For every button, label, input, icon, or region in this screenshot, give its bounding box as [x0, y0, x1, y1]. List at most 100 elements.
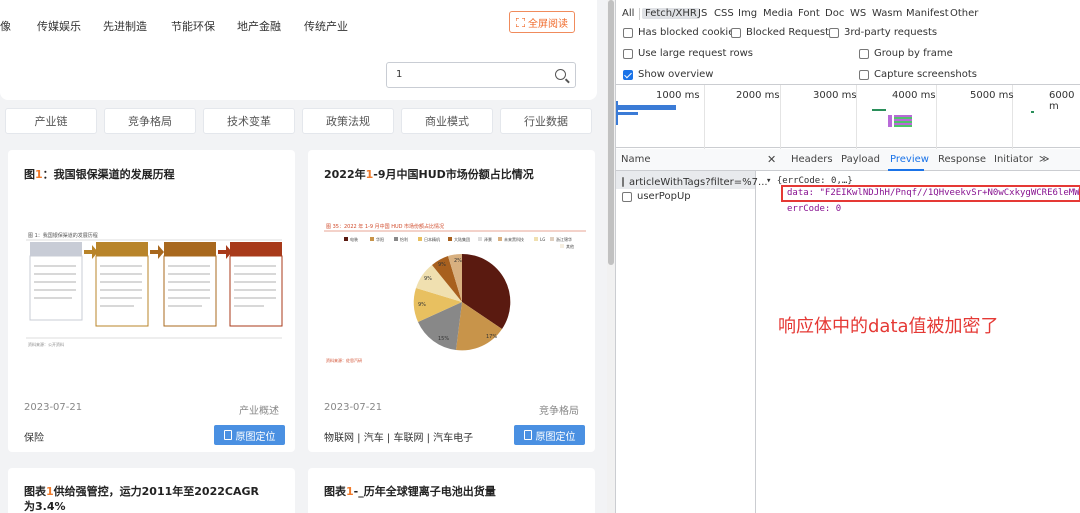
timeline-bar: [616, 105, 676, 110]
checkbox[interactable]: [829, 27, 839, 38]
tab-preview[interactable]: Preview: [890, 154, 929, 165]
filter-other[interactable]: Other: [950, 8, 978, 19]
card-date: 2023-07-21: [24, 402, 83, 413]
category-traditional[interactable]: 传统产业: [304, 18, 348, 34]
option-blocked-requests[interactable]: Blocked Requests: [731, 27, 834, 38]
timeline-label: 5000 ms: [970, 90, 1014, 101]
svg-text:资料来源：佐思汽研: 资料来源：佐思汽研: [326, 357, 362, 363]
svg-text:怡利: 怡利: [400, 236, 408, 242]
svg-text:15%: 15%: [438, 336, 449, 342]
option-capture-screenshots[interactable]: Capture screenshots: [859, 69, 977, 80]
checkbox-checked[interactable]: [623, 69, 633, 80]
category-manufacturing[interactable]: 先进制造: [103, 18, 147, 34]
filter-ws[interactable]: WS: [850, 8, 866, 19]
divider: [639, 8, 640, 20]
svg-text:电装: 电装: [350, 236, 358, 242]
svg-text:其他: 其他: [566, 243, 574, 249]
card-title: 图表1供给强管控，运力2011年至2022CAGR 为3.4%: [24, 485, 259, 513]
timeline-bar: [872, 109, 886, 111]
filter-manifest[interactable]: Manifest: [906, 8, 949, 19]
fullscreen-icon: [516, 17, 525, 27]
filter-doc[interactable]: Doc: [825, 8, 844, 19]
chart-card[interactable]: 2022年1-9月中国HUD市场份额占比情况 图 35：2022 年 1-9 月…: [308, 150, 595, 452]
tab-headers[interactable]: Headers: [791, 154, 833, 165]
filter-font[interactable]: Font: [798, 8, 820, 19]
card-title: 图表1-_历年全球锂离子电池出货量: [324, 485, 496, 498]
filter-media[interactable]: Media: [763, 8, 793, 19]
filter-js[interactable]: JS: [698, 8, 707, 19]
timeline-label: 3000 ms: [813, 90, 857, 101]
option-large-rows[interactable]: Use large request rows: [623, 48, 753, 59]
timeline-overview[interactable]: 1000 ms 2000 ms 3000 ms 4000 ms 5000 ms …: [616, 84, 1080, 149]
locate-original-button[interactable]: 原图定位: [514, 425, 585, 445]
svg-text:泽景: 泽景: [484, 236, 492, 242]
svg-text:浙江锦华: 浙江锦华: [556, 236, 572, 242]
card-date: 2023-07-21: [324, 402, 383, 413]
card-keywords[interactable]: 物联网 | 汽车 | 车联网 | 汽车电子: [324, 429, 473, 444]
filter-css[interactable]: CSS: [714, 8, 734, 19]
timeline-bar: [888, 115, 892, 127]
timeline-label: 4000 ms: [892, 90, 936, 101]
active-tab-indicator: [888, 169, 924, 171]
svg-text:17%: 17%: [486, 334, 497, 340]
option-show-overview[interactable]: Show overview: [623, 69, 714, 80]
tag-industry-data[interactable]: 行业数据: [500, 108, 592, 134]
tag-business-model[interactable]: 商业模式: [401, 108, 493, 134]
close-icon[interactable]: ✕: [767, 153, 776, 166]
tag-industry-chain[interactable]: 产业链: [5, 108, 97, 134]
category-link[interactable]: 像: [0, 18, 11, 34]
file-icon: [622, 191, 632, 202]
search-value: 1: [396, 69, 403, 80]
category-environment[interactable]: 节能环保: [171, 18, 215, 34]
preview-errcode-line[interactable]: errCode: 0: [787, 204, 841, 214]
filter-wasm[interactable]: Wasm: [872, 8, 902, 19]
timeline-bar: [894, 115, 912, 127]
tab-response[interactable]: Response: [938, 154, 986, 165]
tag-technology[interactable]: 技术变革: [203, 108, 295, 134]
scrollbar-thumb[interactable]: [608, 0, 614, 265]
chart-thumbnail: 图 1：我国银保渠道的发展历程 资料来源：公开资料: [24, 228, 284, 358]
category-realestate[interactable]: 地产金融: [237, 18, 281, 34]
option-group-by-frame[interactable]: Group by frame: [859, 48, 953, 59]
page-scrollbar[interactable]: [607, 0, 615, 513]
tab-initiator[interactable]: Initiator: [994, 154, 1033, 165]
checkbox[interactable]: [623, 48, 633, 59]
tag-competition[interactable]: 竞争格局: [104, 108, 196, 134]
request-list: articleWithTags?filter=%7... userPopUp: [616, 171, 768, 513]
svg-text:日本精机: 日本精机: [424, 236, 440, 242]
timeline-bar: [616, 112, 638, 115]
search-icon[interactable]: [555, 69, 566, 80]
preview-data-line[interactable]: data: "F2EIKwlNDJhH/Pnqf//1QHveekvSr+N0w…: [787, 188, 1079, 198]
card-title: 2022年1-9月中国HUD市场份额占比情况: [324, 168, 534, 181]
chart-card[interactable]: 图表1-_历年全球锂离子电池出货量: [308, 468, 595, 513]
chart-card[interactable]: 图表1供给强管控，运力2011年至2022CAGR 为3.4%: [8, 468, 295, 513]
request-item[interactable]: articleWithTags?filter=%7...: [616, 171, 768, 189]
filter-img[interactable]: Img: [738, 8, 757, 19]
name-column-header[interactable]: Name: [621, 154, 651, 165]
locate-original-button[interactable]: 原图定位: [214, 425, 285, 445]
checkbox[interactable]: [859, 69, 869, 80]
tab-payload[interactable]: Payload: [841, 154, 880, 165]
option-blocked-cookies[interactable]: Has blocked cookies: [623, 27, 740, 38]
card-type: 产业概述: [239, 406, 279, 417]
annotation-text: 响应体中的data值被加密了: [778, 316, 999, 337]
checkbox[interactable]: [859, 48, 869, 59]
filter-fetch-xhr[interactable]: Fetch/XHR: [642, 8, 700, 19]
checkbox[interactable]: [731, 27, 741, 38]
filter-all[interactable]: All: [622, 8, 634, 19]
fullscreen-button[interactable]: 全屏阅读: [509, 11, 575, 33]
option-third-party[interactable]: 3rd-party requests: [829, 27, 937, 38]
category-media[interactable]: 传媒娱乐: [37, 18, 81, 34]
search-input[interactable]: 1: [386, 62, 576, 88]
svg-text:9%: 9%: [438, 262, 446, 268]
svg-text:2%: 2%: [454, 258, 462, 264]
more-tabs-icon[interactable]: ≫: [1039, 154, 1049, 165]
tag-policy[interactable]: 政策法规: [302, 108, 394, 134]
chart-card[interactable]: 图1：我国银保渠道的发展历程 图 1：我国银保渠道的发展历程 资料来源：公开资料…: [8, 150, 295, 452]
card-title: 图1：我国银保渠道的发展历程: [24, 168, 175, 181]
request-item[interactable]: userPopUp: [622, 191, 691, 202]
card-keywords[interactable]: 保险: [24, 429, 44, 444]
checkbox[interactable]: [623, 27, 633, 38]
svg-text:资料来源：公开资料: 资料来源：公开资料: [28, 341, 64, 347]
card-type: 竞争格局: [539, 406, 579, 417]
